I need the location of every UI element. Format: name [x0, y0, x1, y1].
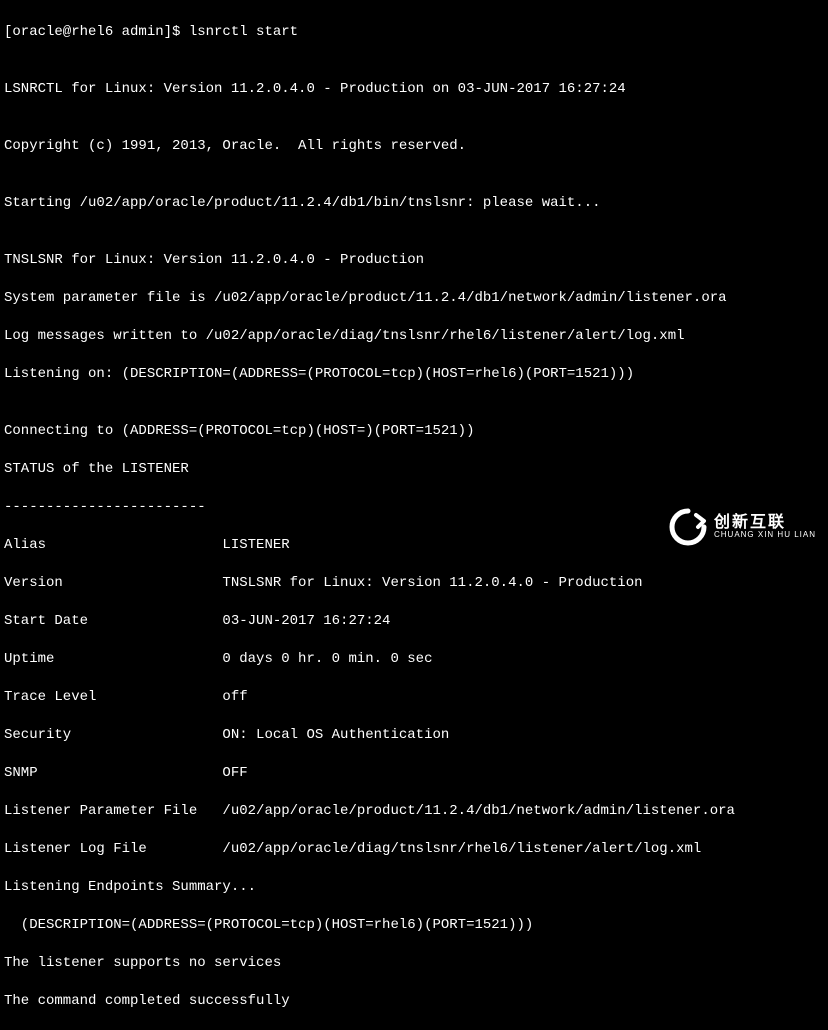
watermark-cn-text: 创新互联: [714, 514, 786, 532]
terminal-line: Copyright (c) 1991, 2013, Oracle. All ri…: [4, 137, 824, 156]
terminal-line: [oracle@rhel6 admin]$ lsnrctl start: [4, 23, 824, 42]
terminal-line: Trace Level off: [4, 688, 824, 707]
terminal-line: Connecting to (ADDRESS=(PROTOCOL=tcp)(HO…: [4, 422, 824, 441]
terminal-line: Start Date 03-JUN-2017 16:27:24: [4, 612, 824, 631]
terminal-line: TNSLSNR for Linux: Version 11.2.0.4.0 - …: [4, 251, 824, 270]
terminal-line: Starting /u02/app/oracle/product/11.2.4/…: [4, 194, 824, 213]
terminal-line: Listener Log File /u02/app/oracle/diag/t…: [4, 840, 824, 859]
terminal-line: System parameter file is /u02/app/oracle…: [4, 289, 824, 308]
terminal-line: Listener Parameter File /u02/app/oracle/…: [4, 802, 824, 821]
terminal-line: Log messages written to /u02/app/oracle/…: [4, 327, 824, 346]
watermark-logo-icon: [668, 507, 708, 547]
watermark: 创新互联 CHUANG XIN HU LIAN: [668, 507, 816, 547]
terminal-line: STATUS of the LISTENER: [4, 460, 824, 479]
terminal-line: Security ON: Local OS Authentication: [4, 726, 824, 745]
terminal-line: (DESCRIPTION=(ADDRESS=(PROTOCOL=tcp)(HOS…: [4, 916, 824, 935]
terminal-line: Version TNSLSNR for Linux: Version 11.2.…: [4, 574, 824, 593]
terminal-line: The listener supports no services: [4, 954, 824, 973]
terminal-line: LSNRCTL for Linux: Version 11.2.0.4.0 - …: [4, 80, 824, 99]
terminal-line: Listening on: (DESCRIPTION=(ADDRESS=(PRO…: [4, 365, 824, 384]
terminal-line: The command completed successfully: [4, 992, 824, 1011]
watermark-text: 创新互联 CHUANG XIN HU LIAN: [714, 514, 816, 540]
watermark-pinyin-text: CHUANG XIN HU LIAN: [714, 531, 816, 540]
terminal-line: Listening Endpoints Summary...: [4, 878, 824, 897]
terminal-line: Uptime 0 days 0 hr. 0 min. 0 sec: [4, 650, 824, 669]
terminal-line: SNMP OFF: [4, 764, 824, 783]
